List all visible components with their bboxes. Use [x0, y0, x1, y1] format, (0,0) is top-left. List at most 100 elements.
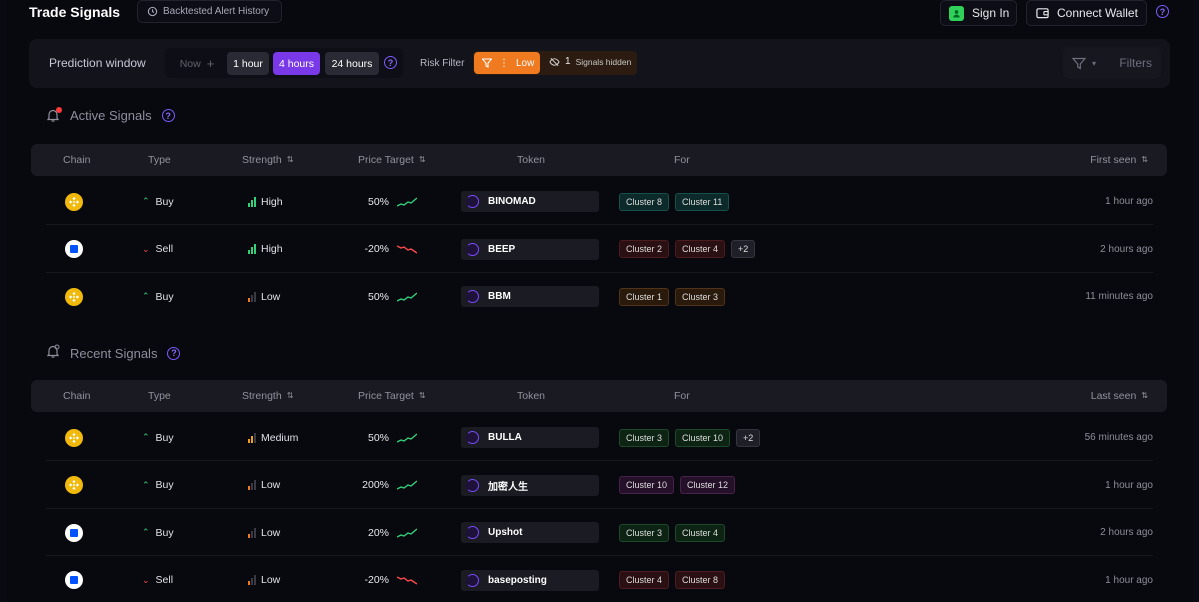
- connect-wallet-button[interactable]: Connect Wallet: [1026, 0, 1147, 26]
- window-24h-option[interactable]: 24 hours: [325, 52, 379, 75]
- trend-down-sparkline: [397, 576, 417, 585]
- plus-icon: +: [206, 56, 215, 71]
- active-signals-title: Active Signals: [70, 108, 152, 123]
- table-row[interactable]: ⌃ Buy Low 200% 加密人生 Cluster 10 Cluster 12 1 hou…: [46, 462, 1153, 509]
- signal-strength-icon: [248, 291, 256, 302]
- window-help-icon[interactable]: ?: [384, 56, 397, 69]
- recent-help-icon[interactable]: ?: [167, 346, 181, 360]
- trend-up-sparkline: [397, 432, 417, 443]
- cluster-badge[interactable]: Cluster 8: [619, 192, 670, 211]
- hidden-eye-icon: [549, 57, 560, 66]
- column-header[interactable]: Price Target ⇅: [358, 154, 426, 166]
- signal-strength-icon: [248, 575, 256, 585]
- signal-strength-icon: [248, 432, 256, 443]
- token-name: baseposting: [488, 574, 547, 586]
- cluster-badge[interactable]: Cluster 2: [619, 240, 670, 258]
- price-target: -20%: [327, 226, 417, 273]
- signal-strength-label: High: [261, 243, 283, 255]
- chevron-up-icon: ⌃: [142, 432, 150, 442]
- connect-wallet-label: Connect Wallet: [1057, 6, 1138, 20]
- window-now-label: Now: [179, 57, 201, 70]
- price-target-value: -20%: [364, 243, 389, 255]
- token-chip[interactable]: 加密人生: [461, 474, 599, 496]
- token-chip[interactable]: Upshot: [461, 522, 599, 543]
- column-header[interactable]: Strength ⇅: [242, 390, 293, 402]
- cluster-badge[interactable]: Cluster 3: [675, 287, 726, 306]
- price-target-value: 50%: [367, 195, 389, 208]
- sort-icon: ⇅: [418, 155, 426, 164]
- active-signals-heading: Active Signals ?: [46, 107, 175, 123]
- chevron-up-icon: ⌃: [142, 291, 150, 301]
- token-chip[interactable]: baseposting: [461, 569, 599, 591]
- chevron-down-icon: ▾: [1092, 58, 1097, 68]
- column-header[interactable]: First seen ⇅: [1090, 154, 1148, 166]
- cluster-badge[interactable]: Cluster 10: [619, 476, 675, 494]
- alert-history-button[interactable]: Backtested Alert History: [137, 0, 282, 23]
- signal-strength-label: Low: [261, 574, 281, 586]
- table-row[interactable]: ⌄ Sell Low -20% baseposting Cluster 4 Cluster …: [46, 557, 1153, 602]
- filters-button[interactable]: ▾ Filters: [1063, 47, 1161, 79]
- token-chip[interactable]: BBM: [461, 286, 599, 307]
- help-icon[interactable]: ?: [1156, 5, 1169, 18]
- cluster-badge[interactable]: Cluster 4: [675, 240, 726, 258]
- column-header-label: Strength: [242, 390, 282, 402]
- risk-level-button[interactable]: ⋮ Low: [474, 52, 540, 74]
- window-now-option[interactable]: Now +: [169, 52, 225, 75]
- cluster-badge[interactable]: Cluster 8: [675, 571, 726, 589]
- token-name: Upshot: [488, 527, 523, 538]
- cluster-badge[interactable]: Cluster 11: [675, 192, 730, 211]
- window-4h-option[interactable]: 4 hours: [273, 52, 320, 75]
- price-target-value: 200%: [362, 479, 389, 491]
- price-target-value: 50%: [367, 431, 389, 444]
- recent-signals-title: Recent Signals: [70, 345, 158, 361]
- cluster-badge[interactable]: Cluster 12: [680, 476, 736, 494]
- more-clusters-badge[interactable]: +2: [736, 428, 761, 447]
- table-row[interactable]: ⌃ Buy Low 20% Upshot Cluster 3 Cluster 4 2 hour…: [46, 509, 1153, 556]
- seen-time: 1 hour ago: [1105, 479, 1153, 491]
- table-row[interactable]: ⌃ Buy Low 50% BBM Cluster 1 Cluster 3 11 minute…: [46, 273, 1153, 320]
- column-header[interactable]: Price Target ⇅: [358, 390, 426, 402]
- signal-type: ⌃ Buy: [142, 414, 174, 461]
- bnb-chain-icon: [65, 287, 83, 306]
- cluster-list: Cluster 2 Cluster 4 +2: [619, 226, 756, 273]
- table-row[interactable]: ⌃ Buy Medium 50% BULLA Cluster 3 Cluster 10 +2 5…: [46, 414, 1153, 461]
- drag-handle-icon: ⋮: [499, 57, 509, 69]
- column-header-label: Type: [148, 390, 171, 402]
- signal-strength-icon: [248, 244, 256, 254]
- prediction-window-selector: Now + 1 hour 4 hours 24 hours: [165, 48, 403, 78]
- cluster-badge[interactable]: Cluster 1: [619, 287, 670, 306]
- token-logo-icon: [466, 573, 479, 587]
- table-row[interactable]: ⌄ Sell High -20% BEEP Cluster 2 Cluster 4 +2 2 h…: [46, 226, 1153, 273]
- column-header-label: Strength: [242, 154, 282, 166]
- signal-type: ⌄ Sell: [142, 226, 173, 273]
- column-header: Type: [148, 154, 171, 166]
- sort-icon: ⇅: [1141, 391, 1148, 400]
- token-chip[interactable]: BEEP: [461, 238, 599, 260]
- table-row[interactable]: ⌃ Buy High 50% BINOMAD Cluster 8 Cluster 11 1 h…: [46, 178, 1153, 225]
- recent-signals-heading: Recent Signals ?: [46, 344, 181, 362]
- active-help-icon[interactable]: ?: [161, 109, 175, 122]
- cluster-badge[interactable]: Cluster 4: [619, 571, 670, 589]
- chain-cell: [65, 273, 83, 320]
- price-target-value: 50%: [367, 290, 389, 303]
- column-header[interactable]: Last seen ⇅: [1091, 390, 1148, 402]
- price-target: 50%: [327, 414, 417, 461]
- hidden-signals-indicator[interactable]: 1 Signals hidden: [549, 56, 631, 67]
- column-header: Chain: [63, 390, 90, 402]
- chevron-up-icon: ⌃: [142, 527, 150, 537]
- column-header[interactable]: Strength ⇅: [242, 154, 293, 166]
- chevron-down-icon: ⌄: [142, 243, 150, 254]
- token-chip[interactable]: BULLA: [461, 427, 599, 448]
- cluster-badge[interactable]: Cluster 3: [619, 523, 670, 542]
- cluster-badge[interactable]: Cluster 10: [675, 428, 731, 447]
- more-clusters-badge[interactable]: +2: [731, 240, 756, 258]
- window-1h-option[interactable]: 1 hour: [227, 52, 269, 75]
- column-header-label: For: [674, 154, 690, 166]
- cluster-badge[interactable]: Cluster 4: [675, 523, 726, 542]
- sign-in-button[interactable]: Sign In: [940, 0, 1017, 26]
- cluster-badge[interactable]: Cluster 3: [619, 428, 670, 447]
- token-chip[interactable]: BINOMAD: [461, 191, 599, 212]
- column-header: Chain: [63, 154, 90, 166]
- signal-strength: Low: [248, 557, 280, 602]
- sort-icon: ⇅: [286, 155, 294, 164]
